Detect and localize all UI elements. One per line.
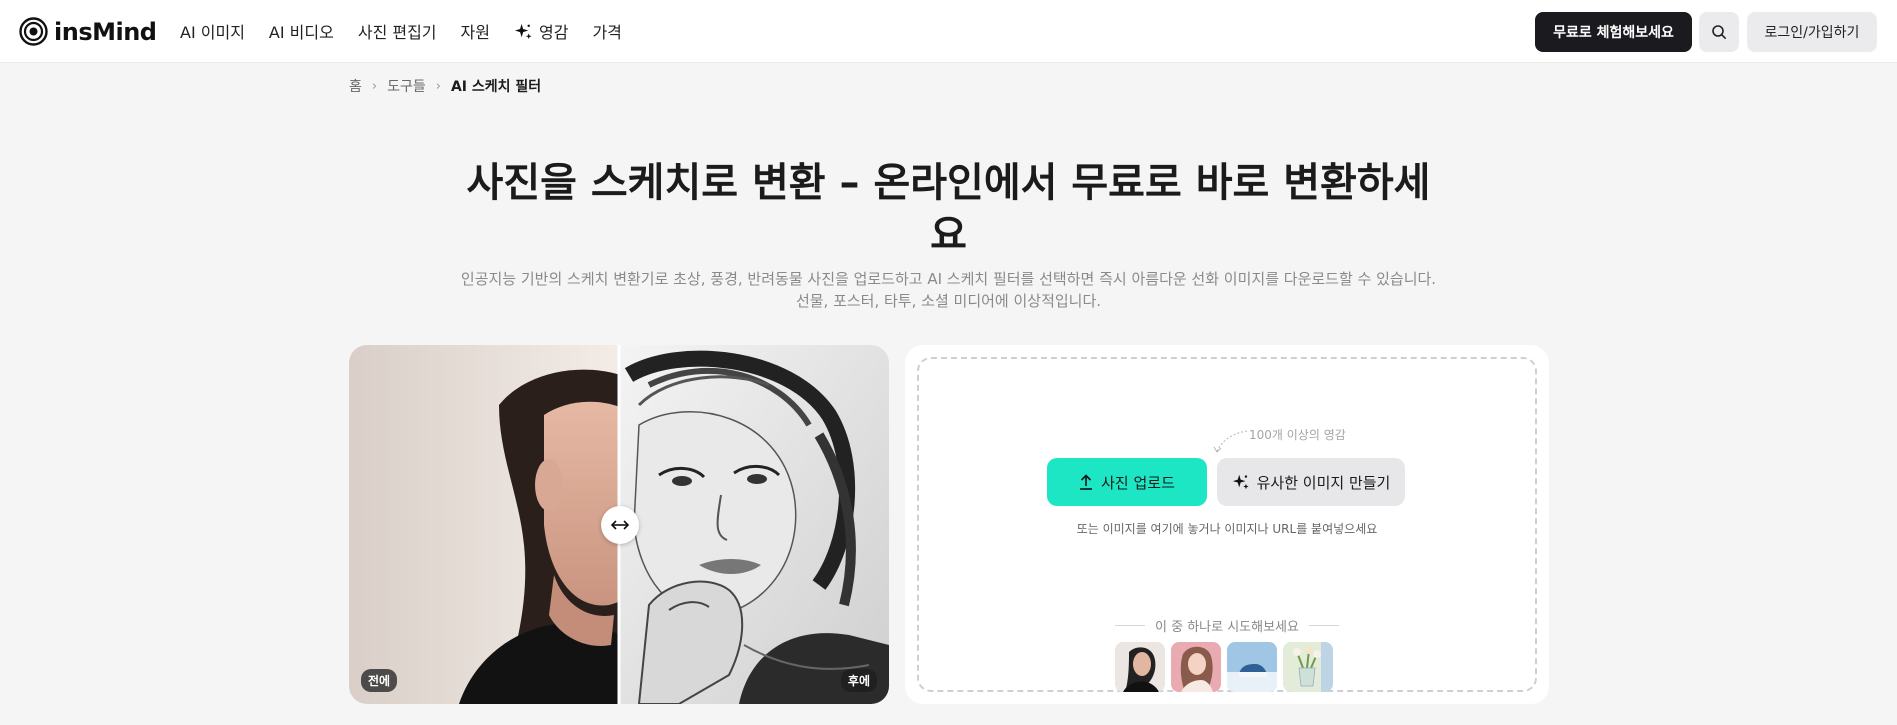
chevron-right-icon: › — [371, 78, 378, 94]
divider-line — [1115, 625, 1146, 626]
logo[interactable]: insMind — [19, 17, 157, 46]
try-samples-label: 이 중 하나로 시도해보세요 — [1155, 620, 1299, 635]
snow-car-thumbnail — [1227, 642, 1277, 692]
try-samples-heading: 이 중 하나로 시도해보세요 — [919, 616, 1535, 635]
before-label: 전에 — [361, 669, 398, 692]
search-icon — [1712, 25, 1726, 39]
pink-portrait-thumbnail — [1171, 642, 1221, 692]
logo-text: insMind — [54, 17, 157, 46]
curve-arrow-icon — [1213, 430, 1248, 453]
after-sketch — [619, 345, 889, 704]
image-dropzone[interactable]: 100개 이상의 영감 사진 업로드 유사한 이미지 만들기 또는 이미지를 여… — [917, 357, 1537, 692]
before-after-compare[interactable]: 전에 후에 — [349, 345, 889, 704]
nav-label: 영감 — [538, 23, 569, 42]
flower-vase-thumbnail — [1283, 642, 1333, 692]
sample-portrait[interactable] — [1115, 642, 1165, 692]
nav-label: 가격 — [592, 23, 622, 42]
free-trial-button[interactable]: 무료로 체험해보세요 — [1535, 12, 1692, 52]
upload-icon — [1080, 474, 1093, 490]
upload-card: 100개 이상의 영감 사진 업로드 유사한 이미지 만들기 또는 이미지를 여… — [905, 345, 1549, 704]
nav-pricing[interactable]: 가격 — [592, 19, 621, 43]
nav-label: 사진 편집기 — [357, 23, 437, 42]
portrait-thumbnail — [1115, 642, 1165, 692]
arrows-horizontal-icon — [610, 520, 630, 530]
nav-ai-video[interactable]: AI 비디오 — [269, 19, 334, 43]
chevron-right-icon: › — [435, 78, 441, 94]
breadcrumb: 홈 › 도구들 › AI 스케치 필터 — [349, 76, 541, 96]
insmind-logo-icon — [19, 17, 48, 46]
upload-photo-button[interactable]: 사진 업로드 — [1047, 458, 1207, 506]
login-signup-button[interactable]: 로그인/가입하기 — [1747, 12, 1877, 52]
sample-pink-portrait[interactable] — [1171, 642, 1221, 692]
nav-inspiration[interactable]: 영감 — [514, 19, 568, 43]
breadcrumb-current: AI 스케치 필터 — [450, 79, 542, 95]
page-subtitle: 인공지능 기반의 스케치 변환기로 초상, 풍경, 반려동물 사진을 업로드하고… — [460, 270, 1437, 310]
sparkle-icon — [514, 23, 532, 39]
top-header: insMind AI 이미지 AI 비디오 사진 편집기 자원 영감 가격 무료… — [0, 0, 1897, 63]
sparkle-icon — [1232, 474, 1249, 490]
nav-resources[interactable]: 자원 — [461, 19, 490, 43]
nav-ai-image[interactable]: AI 이미지 — [180, 19, 245, 43]
after-label: 후에 — [840, 669, 877, 692]
main-nav: AI 이미지 AI 비디오 사진 편집기 자원 영감 가격 — [180, 19, 622, 43]
divider-line — [1308, 625, 1339, 626]
breadcrumb-tools[interactable]: 도구들 — [387, 76, 426, 96]
nav-photo-editor[interactable]: 사진 편집기 — [358, 19, 437, 43]
sample-images — [1115, 642, 1333, 692]
drop-hint: 또는 이미지를 여기에 놓거나 이미지나 URL를 붙여넣으세요 — [1076, 522, 1378, 536]
page-title: 사진을 스케치로 변환 – 온라인에서 무료로 바로 변환하세요 — [466, 160, 1431, 258]
nav-label: AI 이미지 — [180, 23, 245, 42]
compare-slider-handle[interactable] — [601, 506, 639, 544]
create-similar-button[interactable]: 유사한 이미지 만들기 — [1217, 458, 1405, 506]
create-similar-label: 유사한 이미지 만들기 — [1256, 473, 1391, 492]
nav-label: AI 비디오 — [268, 23, 334, 42]
upload-photo-label: 사진 업로드 — [1101, 473, 1175, 492]
sample-snow-car[interactable] — [1227, 642, 1277, 692]
search-button[interactable] — [1699, 12, 1739, 52]
inspiration-note: 100개 이상의 영감 — [1249, 428, 1346, 442]
breadcrumb-home[interactable]: 홈 — [349, 76, 362, 96]
nav-label: 자원 — [460, 23, 490, 42]
sample-flower-vase[interactable] — [1283, 642, 1333, 692]
